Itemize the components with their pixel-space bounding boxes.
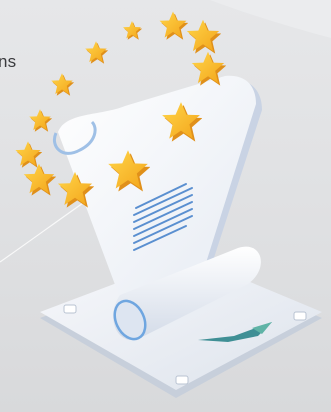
star-icon [29,109,52,132]
eu-scroll-illustration [0,0,331,398]
star-icon [23,163,56,196]
star-icon [85,41,108,64]
star-icon [15,141,42,168]
platform-pin-right [293,311,307,321]
platform-pin-bottom [175,375,189,385]
star-icon [51,73,74,96]
star-icon [123,21,142,40]
platform-pin-left [63,304,77,314]
star-icon [159,11,188,40]
star-icon [186,19,221,54]
background-sweep [210,0,331,38]
